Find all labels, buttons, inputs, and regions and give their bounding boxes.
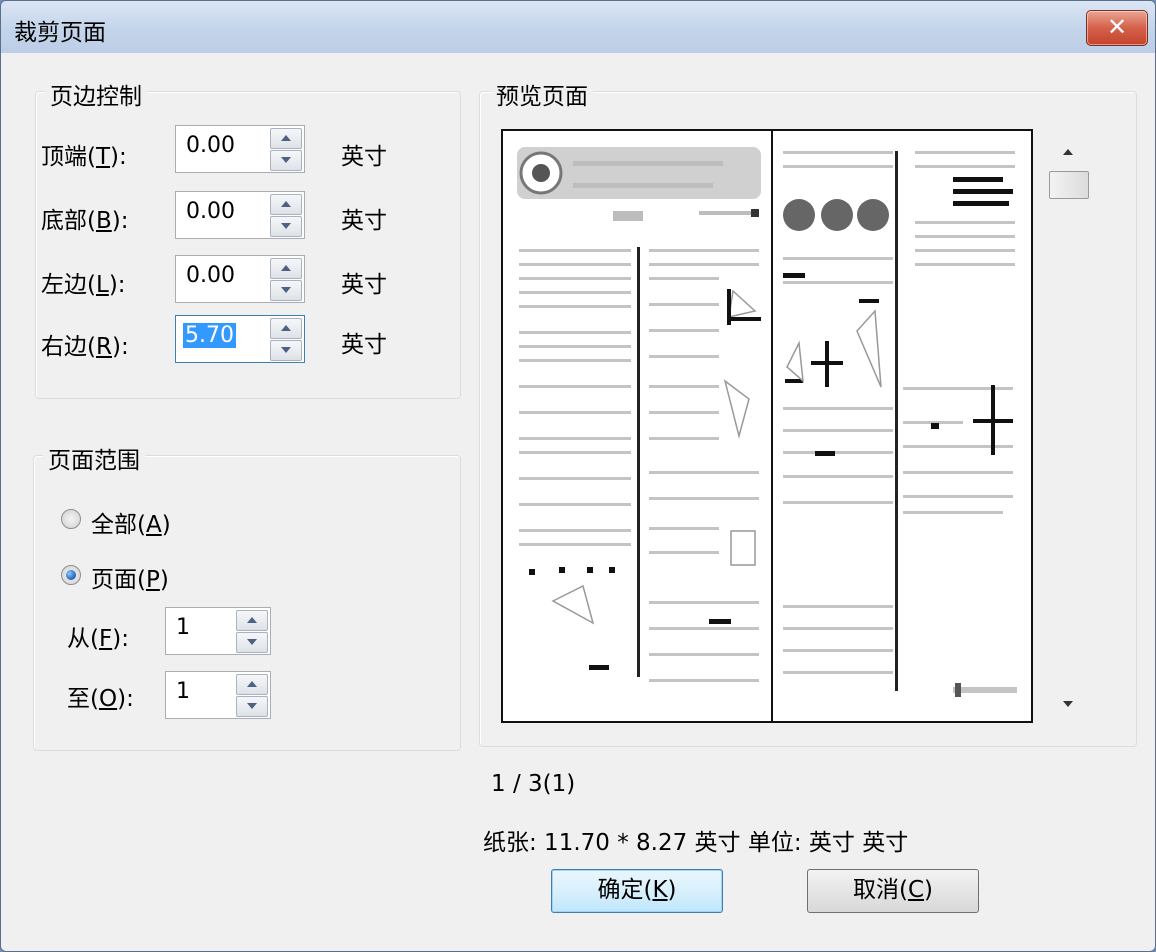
to-label: 至(O):	[67, 686, 134, 712]
page-preview	[501, 129, 1033, 723]
to-page-down-button[interactable]	[236, 696, 268, 717]
page-range-title: 页面范围	[43, 441, 145, 475]
scroll-up-icon[interactable]	[1063, 149, 1073, 155]
right-margin-up-button[interactable]	[270, 318, 302, 339]
top-margin-up-button[interactable]	[270, 128, 302, 149]
from-label: 从(F):	[67, 626, 129, 652]
crop-page-dialog: 裁剪页面 ✕ 页边控制 顶端(T): 0.00 英寸 底部(B): 0.00 英…	[0, 0, 1156, 952]
top-margin-input[interactable]: 0.00	[186, 133, 235, 158]
preview-title: 预览页面	[491, 77, 593, 111]
title-bar: 裁剪页面 ✕	[1, 1, 1155, 53]
all-pages-label[interactable]: 全部(A)	[91, 505, 171, 539]
to-page-up-button[interactable]	[236, 674, 268, 695]
from-page-down-button[interactable]	[236, 632, 268, 653]
right-margin-down-button[interactable]	[270, 340, 302, 361]
right-margin-input[interactable]: 5.70	[183, 323, 236, 348]
top-margin-unit: 英寸	[341, 144, 387, 170]
left-margin-up-button[interactable]	[270, 258, 302, 279]
preview-scrollbar[interactable]	[1047, 137, 1091, 717]
arrow-down-icon	[281, 287, 291, 293]
from-page-up-button[interactable]	[236, 610, 268, 631]
bottom-margin-input[interactable]: 0.00	[186, 199, 235, 224]
arrow-down-icon	[281, 347, 291, 353]
arrow-down-icon	[247, 639, 257, 645]
left-margin-label: 左边(L):	[41, 272, 126, 298]
close-button[interactable]: ✕	[1086, 10, 1148, 46]
left-margin-input[interactable]: 0.00	[186, 263, 235, 288]
arrow-up-icon	[281, 325, 291, 331]
arrow-up-icon	[247, 617, 257, 623]
preview-page-image	[517, 147, 1017, 697]
arrow-down-icon	[281, 223, 291, 229]
all-pages-radio[interactable]	[61, 509, 81, 529]
dialog-body: 页边控制 顶端(T): 0.00 英寸 底部(B): 0.00 英寸 左边(L)…	[7, 53, 1149, 945]
top-margin-label: 顶端(T):	[41, 144, 127, 170]
left-margin-spinner[interactable]: 0.00	[175, 255, 305, 303]
left-margin-unit: 英寸	[341, 272, 387, 298]
arrow-up-icon	[281, 201, 291, 207]
ok-button[interactable]: 确定(K)	[551, 869, 723, 913]
bottom-margin-up-button[interactable]	[270, 194, 302, 215]
cancel-button[interactable]: 取消(C)	[807, 869, 979, 913]
margin-control-title: 页边控制	[45, 77, 147, 111]
arrow-down-icon	[247, 703, 257, 709]
bottom-margin-spinner[interactable]: 0.00	[175, 191, 305, 239]
scroll-down-icon[interactable]	[1063, 701, 1073, 707]
paper-info: 纸张: 11.70 * 8.27 英寸 单位: 英寸 英寸	[483, 830, 909, 856]
right-margin-label: 右边(R):	[41, 334, 129, 360]
page-radio[interactable]	[61, 565, 81, 585]
arrow-down-icon	[281, 157, 291, 163]
to-page-input[interactable]: 1	[176, 679, 190, 704]
arrow-up-icon	[247, 681, 257, 687]
scrollbar-thumb[interactable]	[1049, 171, 1089, 199]
left-margin-down-button[interactable]	[270, 280, 302, 301]
to-page-spinner[interactable]: 1	[165, 671, 271, 719]
top-margin-down-button[interactable]	[270, 150, 302, 171]
bottom-margin-label: 底部(B):	[41, 208, 129, 234]
arrow-up-icon	[281, 265, 291, 271]
page-radio-label[interactable]: 页面(P)	[91, 560, 169, 594]
close-icon: ✕	[1106, 13, 1128, 41]
right-margin-spinner[interactable]: 5.70	[175, 315, 305, 363]
arrow-up-icon	[281, 135, 291, 141]
page-indicator: 1 / 3(1)	[491, 771, 576, 797]
page-divider	[771, 131, 773, 721]
right-margin-unit: 英寸	[341, 332, 387, 358]
bottom-margin-down-button[interactable]	[270, 216, 302, 237]
top-margin-spinner[interactable]: 0.00	[175, 125, 305, 173]
from-page-spinner[interactable]: 1	[165, 607, 271, 655]
bottom-margin-unit: 英寸	[341, 208, 387, 234]
from-page-input[interactable]: 1	[176, 615, 190, 640]
window-title: 裁剪页面	[14, 20, 106, 46]
